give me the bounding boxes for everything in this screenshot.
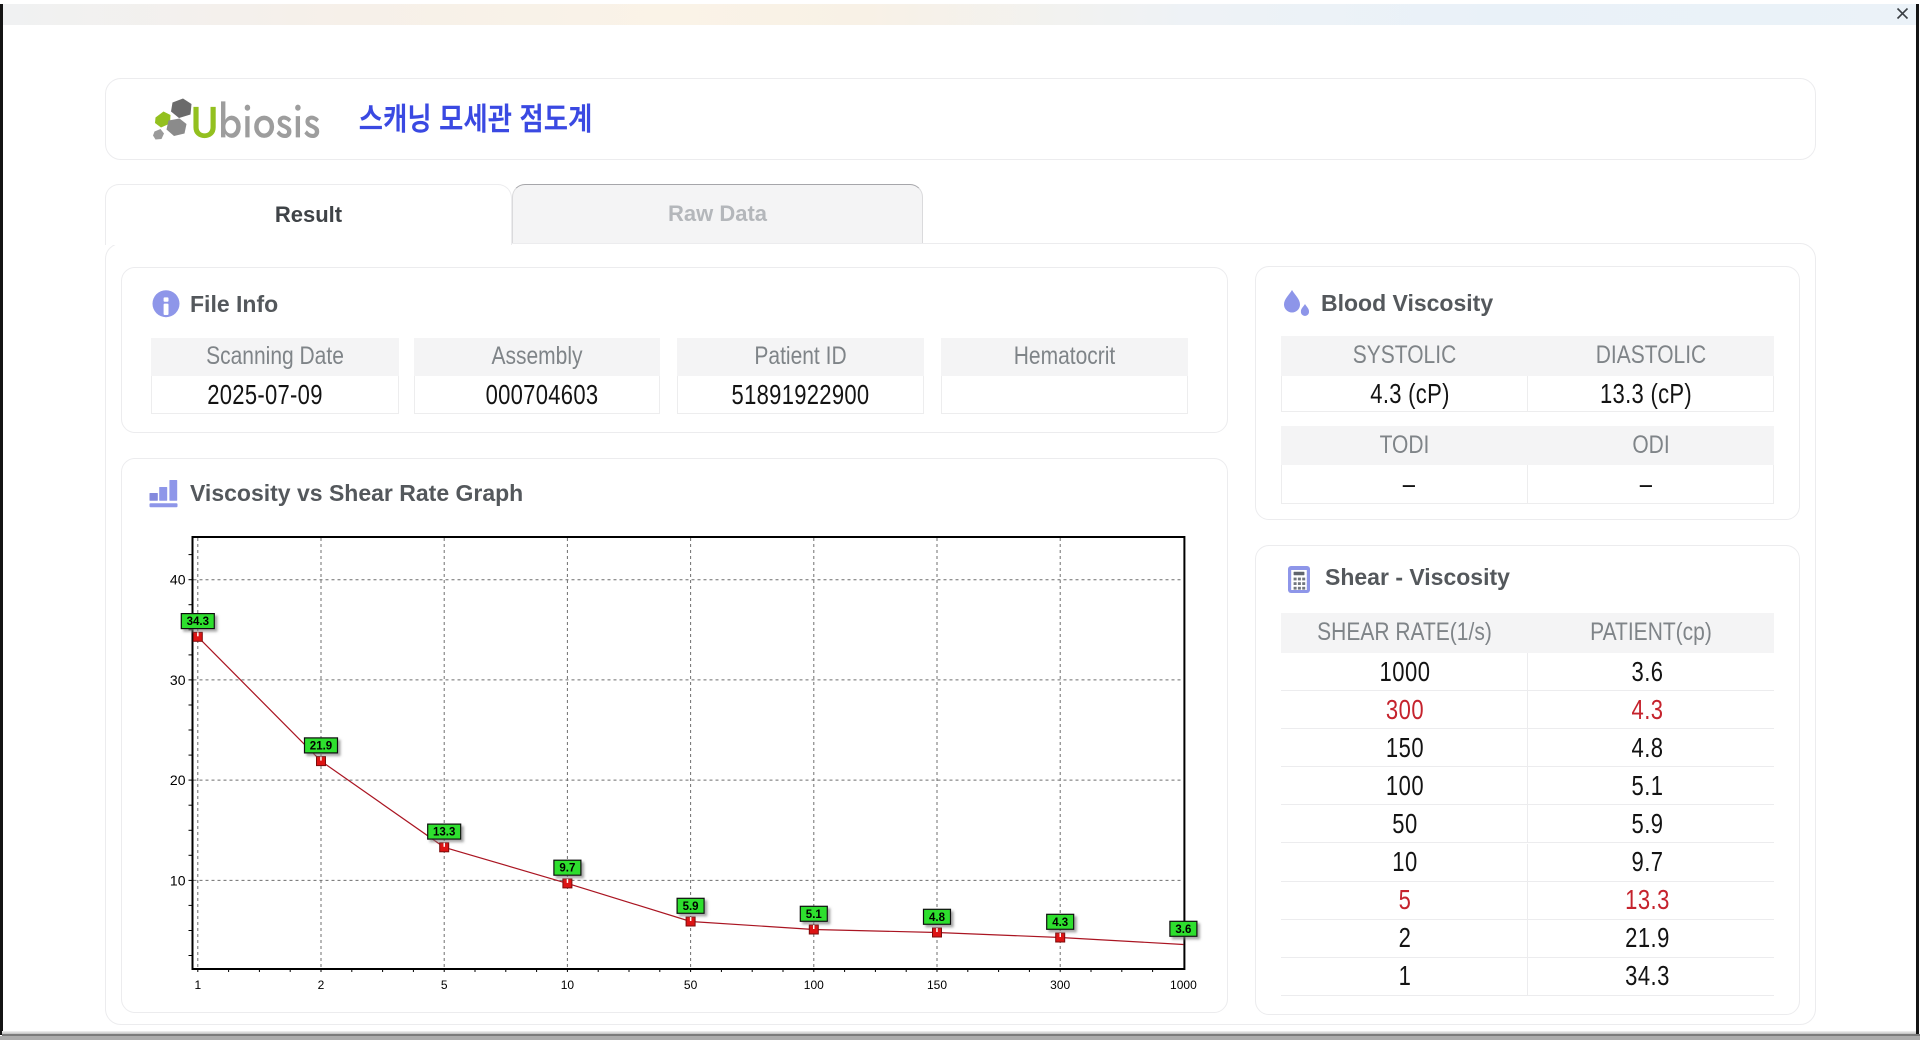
svg-text:2: 2 [318, 978, 325, 992]
svg-text:9.7: 9.7 [559, 863, 575, 875]
svg-text:3.6: 3.6 [1175, 924, 1191, 936]
svg-text:300: 300 [1050, 978, 1070, 992]
svg-text:5.9: 5.9 [683, 901, 699, 913]
svg-text:100: 100 [804, 978, 824, 992]
svg-text:5.1: 5.1 [806, 909, 823, 921]
svg-text:5: 5 [441, 978, 448, 992]
svg-text:13.3: 13.3 [433, 827, 455, 839]
svg-text:21.9: 21.9 [310, 740, 332, 752]
svg-text:1000: 1000 [1170, 978, 1197, 992]
svg-text:20: 20 [170, 772, 186, 788]
svg-text:1: 1 [194, 978, 201, 992]
svg-text:150: 150 [927, 978, 947, 992]
svg-text:34.3: 34.3 [187, 616, 209, 628]
svg-text:10: 10 [561, 978, 575, 992]
svg-text:40: 40 [170, 572, 186, 588]
svg-text:4.3: 4.3 [1052, 917, 1068, 929]
svg-text:4.8: 4.8 [929, 912, 946, 924]
svg-text:10: 10 [170, 872, 186, 888]
svg-text:30: 30 [170, 672, 186, 688]
svg-text:50: 50 [684, 978, 698, 992]
